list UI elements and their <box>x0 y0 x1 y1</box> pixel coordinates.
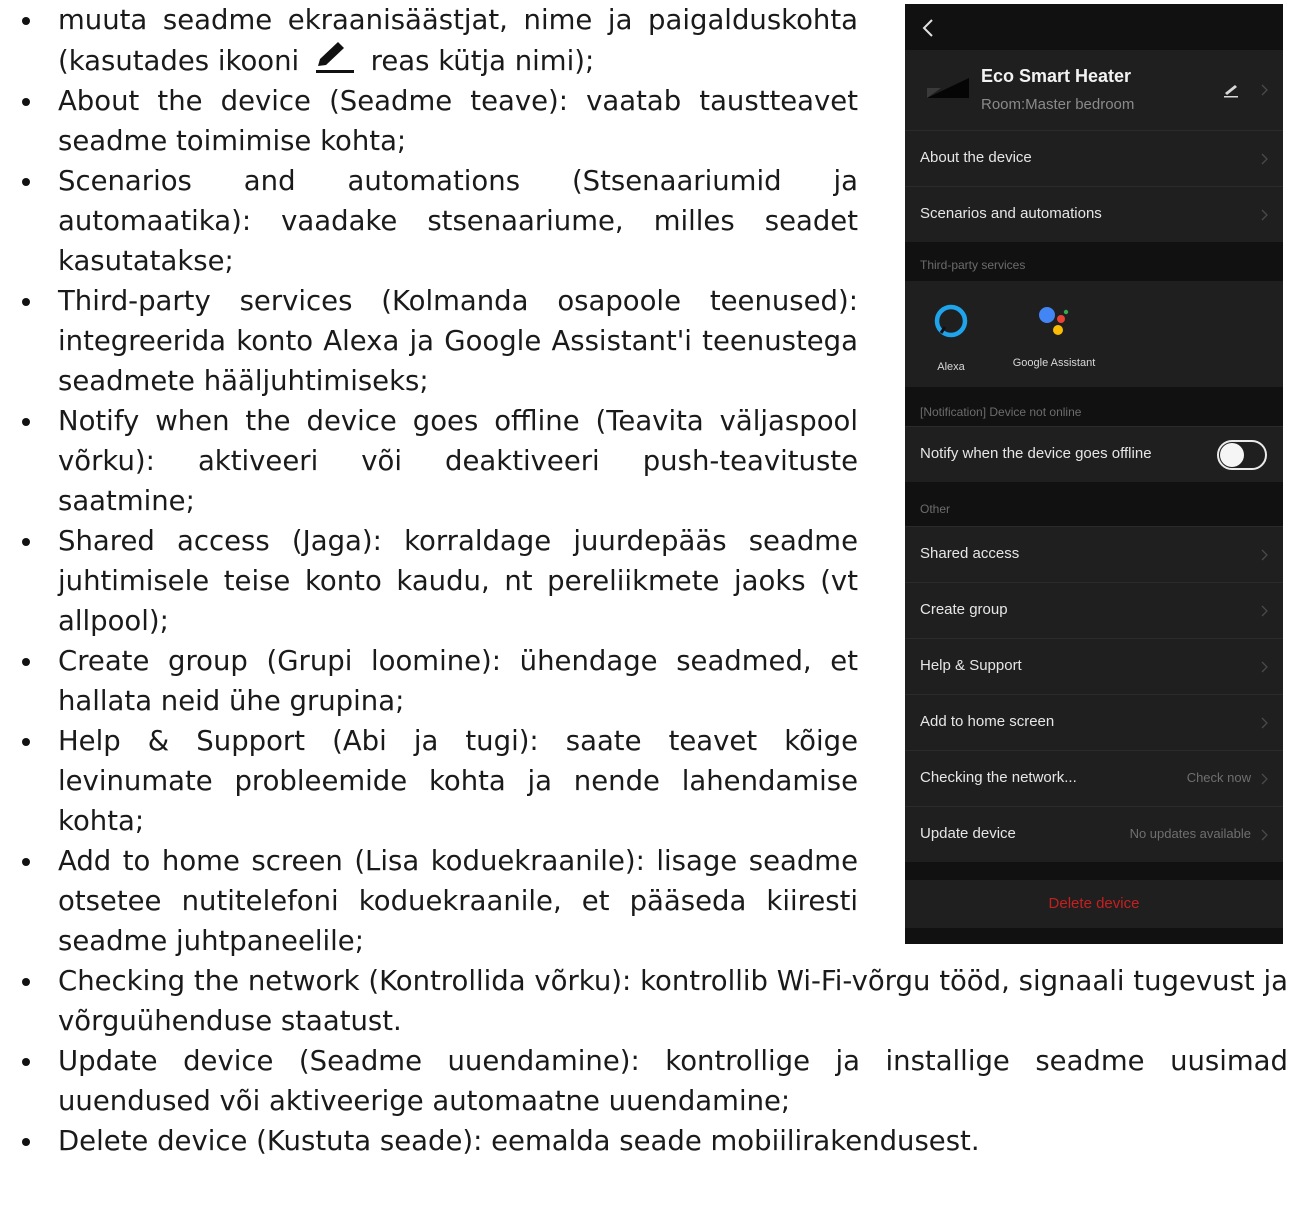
bullet-rename: muuta seadme ekraanisäästjat, nime ja pa… <box>0 0 858 81</box>
bullet-update: Update device (Seadme uuendamine): kontr… <box>0 1041 1288 1121</box>
bullet-third-party: Third-party services (Kolmanda osapoole … <box>0 281 858 401</box>
row-label: Scenarios and automations <box>920 205 1102 222</box>
chevron-right-icon <box>1261 153 1268 165</box>
bullet-home: Add to home screen (Lisa koduekraanile):… <box>0 841 858 961</box>
delete-device-label: Delete device <box>1048 895 1140 912</box>
chevron-right-icon <box>1261 209 1268 221</box>
bullet-scenarios: Scenarios and automations (Stsenaariumid… <box>0 161 858 281</box>
alexa-icon <box>934 304 968 338</box>
google-assistant-service[interactable]: Google Assistant <box>1009 303 1099 370</box>
about-device-row[interactable]: About the device <box>905 130 1283 186</box>
bullet-network: Checking the network (Kontrollida võrku)… <box>0 961 1288 1041</box>
bullet-shared: Shared access (Jaga): korraldage juurdep… <box>0 521 858 641</box>
help-support-row[interactable]: Help & Support <box>905 638 1283 694</box>
bullet-about: About the device (Seadme teave): vaatab … <box>0 81 858 161</box>
row-label: Add to home screen <box>920 713 1055 730</box>
row-label: Notify when the device goes offline <box>920 445 1152 462</box>
bullet-help: Help & Support (Abi ja tugi): saate teav… <box>0 721 858 841</box>
row-label: Update device <box>920 825 1016 842</box>
pencil-icon <box>315 42 354 73</box>
bullet-delete: Delete device (Kustuta seade): eemalda s… <box>0 1121 1288 1161</box>
service-label: Google Assistant <box>1012 357 1096 369</box>
chevron-right-icon <box>1261 773 1268 785</box>
other-header: Other <box>920 502 951 516</box>
device-thumbnail <box>927 78 969 98</box>
chevron-right-icon <box>1261 84 1268 96</box>
back-arrow-icon[interactable] <box>917 14 939 42</box>
edit-icon[interactable] <box>1223 84 1241 98</box>
delete-device-button[interactable]: Delete device <box>905 880 1283 928</box>
row-label: Checking the network... <box>920 769 1077 786</box>
service-label: Alexa <box>937 361 965 373</box>
check-network-row[interactable]: Checking the network... Check now <box>905 750 1283 806</box>
toggle-knob <box>1220 443 1244 467</box>
update-status-value: No updates available <box>1129 826 1251 841</box>
create-group-row[interactable]: Create group <box>905 582 1283 638</box>
notify-offline-row: Notify when the device goes offline <box>905 426 1283 482</box>
check-now-value: Check now <box>1186 770 1251 785</box>
row-label: Shared access <box>920 545 1020 562</box>
chevron-right-icon <box>1261 605 1268 617</box>
bullet-text: reas kütja nimi); <box>370 45 595 77</box>
row-label: Create group <box>920 601 1008 618</box>
row-label: Help & Support <box>920 657 1022 674</box>
alexa-service[interactable]: Alexa <box>923 303 979 374</box>
device-room: Room:Master bedroom <box>981 96 1135 113</box>
third-party-services: Alexa Google Assistant <box>905 281 1283 387</box>
chevron-right-icon <box>1261 829 1268 841</box>
notify-offline-toggle[interactable] <box>1217 440 1267 470</box>
scenarios-row[interactable]: Scenarios and automations <box>905 186 1283 242</box>
device-name: Eco Smart Heater <box>981 66 1132 86</box>
bullet-notify: Notify when the device goes offline (Tea… <box>0 401 858 521</box>
shared-access-row[interactable]: Shared access <box>905 526 1283 582</box>
row-label: About the device <box>920 149 1032 166</box>
add-home-screen-row[interactable]: Add to home screen <box>905 694 1283 750</box>
device-header[interactable]: Eco Smart Heater Room:Master bedroom <box>905 50 1283 130</box>
chevron-right-icon <box>1261 661 1268 673</box>
device-settings-screenshot: Eco Smart Heater Room:Master bedroom Abo… <box>905 4 1283 944</box>
notification-header: [Notification] Device not online <box>920 405 1082 419</box>
third-party-header: Third-party services <box>920 258 1026 272</box>
bullet-group: Create group (Grupi loomine): ühendage s… <box>0 641 858 721</box>
update-device-row[interactable]: Update device No updates available <box>905 806 1283 862</box>
chevron-right-icon <box>1261 717 1268 729</box>
google-assistant-icon <box>1039 307 1069 335</box>
chevron-right-icon <box>1261 549 1268 561</box>
